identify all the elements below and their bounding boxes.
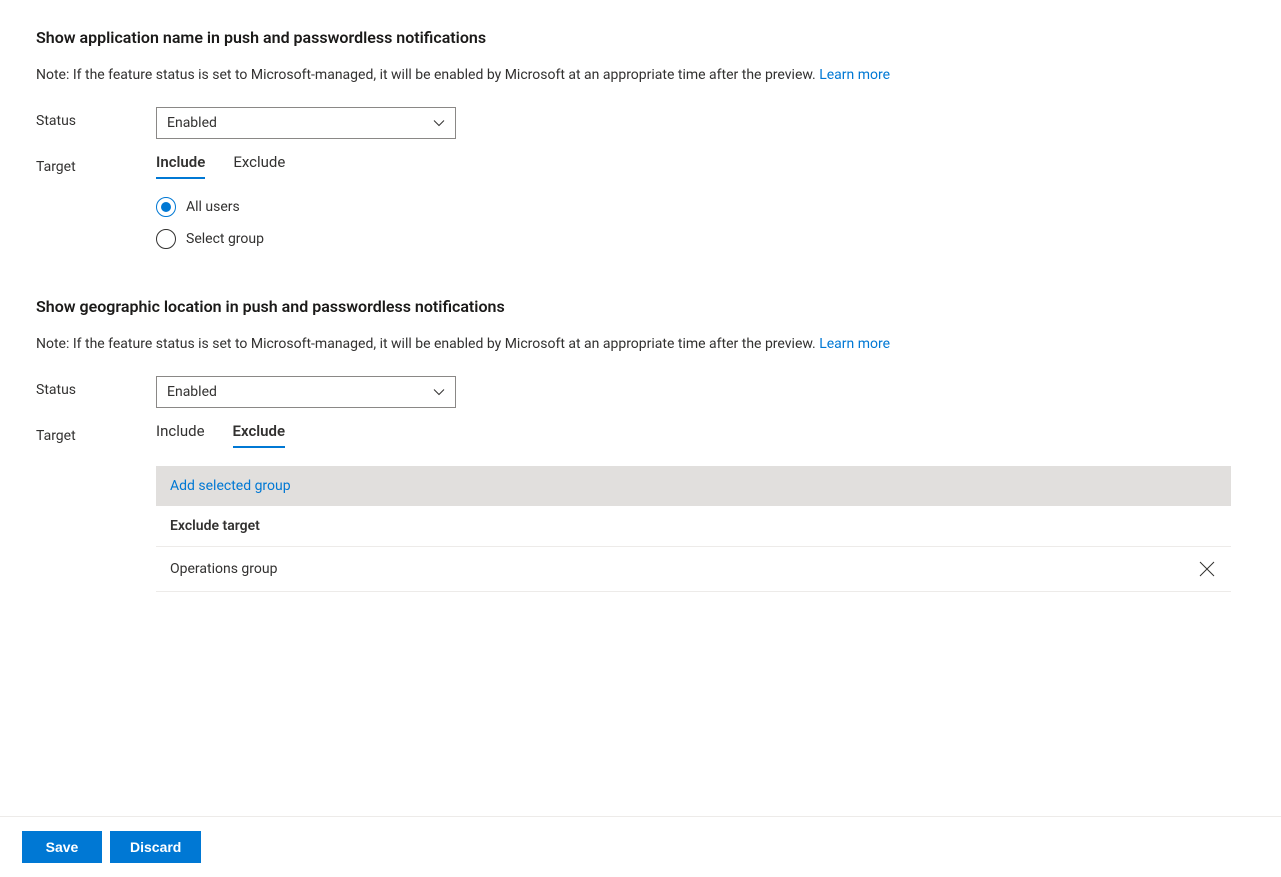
radio-icon xyxy=(156,197,176,217)
tab-include[interactable]: Include xyxy=(156,422,205,448)
footer: Save Discard xyxy=(0,816,1281,877)
add-selected-group-link[interactable]: Add selected group xyxy=(170,478,291,494)
add-group-bar: Add selected group xyxy=(156,466,1231,506)
group-name: Operations group xyxy=(170,561,277,577)
section-note: Note: If the feature status is set to Mi… xyxy=(36,67,1245,83)
radio-icon xyxy=(156,229,176,249)
status-dropdown[interactable]: Enabled xyxy=(156,107,456,139)
save-button[interactable]: Save xyxy=(22,831,102,863)
status-label: Status xyxy=(36,376,156,398)
target-tabs: Include Exclude xyxy=(156,153,1245,179)
table-row: Operations group xyxy=(156,547,1231,592)
app-name-section: Show application name in push and passwo… xyxy=(36,28,1245,249)
target-label: Target xyxy=(36,153,156,175)
remove-icon[interactable] xyxy=(1197,559,1217,579)
exclude-table-header: Exclude target xyxy=(156,506,1231,547)
tab-exclude[interactable]: Exclude xyxy=(233,153,285,179)
section-title: Show application name in push and passwo… xyxy=(36,28,1245,47)
status-dropdown[interactable]: Enabled xyxy=(156,376,456,408)
radio-select-group[interactable]: Select group xyxy=(156,229,1245,249)
target-radio-group: All users Select group xyxy=(156,197,1245,249)
radio-label: All users xyxy=(186,199,240,215)
learn-more-link[interactable]: Learn more xyxy=(819,336,890,352)
chevron-down-icon xyxy=(433,117,445,129)
discard-button[interactable]: Discard xyxy=(110,831,201,863)
radio-label: Select group xyxy=(186,231,264,247)
geo-location-section: Show geographic location in push and pas… xyxy=(36,297,1245,592)
section-title: Show geographic location in push and pas… xyxy=(36,297,1245,316)
section-note: Note: If the feature status is set to Mi… xyxy=(36,336,1245,352)
exclude-table: Add selected group Exclude target Operat… xyxy=(156,466,1231,592)
learn-more-link[interactable]: Learn more xyxy=(819,67,890,83)
target-label: Target xyxy=(36,422,156,444)
tab-include[interactable]: Include xyxy=(156,153,205,179)
tab-exclude[interactable]: Exclude xyxy=(233,422,286,448)
status-label: Status xyxy=(36,107,156,129)
target-tabs: Include Exclude xyxy=(156,422,1245,448)
status-value: Enabled xyxy=(167,115,217,131)
note-text: Note: If the feature status is set to Mi… xyxy=(36,336,819,352)
note-text: Note: If the feature status is set to Mi… xyxy=(36,67,819,83)
status-value: Enabled xyxy=(167,384,217,400)
radio-all-users[interactable]: All users xyxy=(156,197,1245,217)
chevron-down-icon xyxy=(433,386,445,398)
